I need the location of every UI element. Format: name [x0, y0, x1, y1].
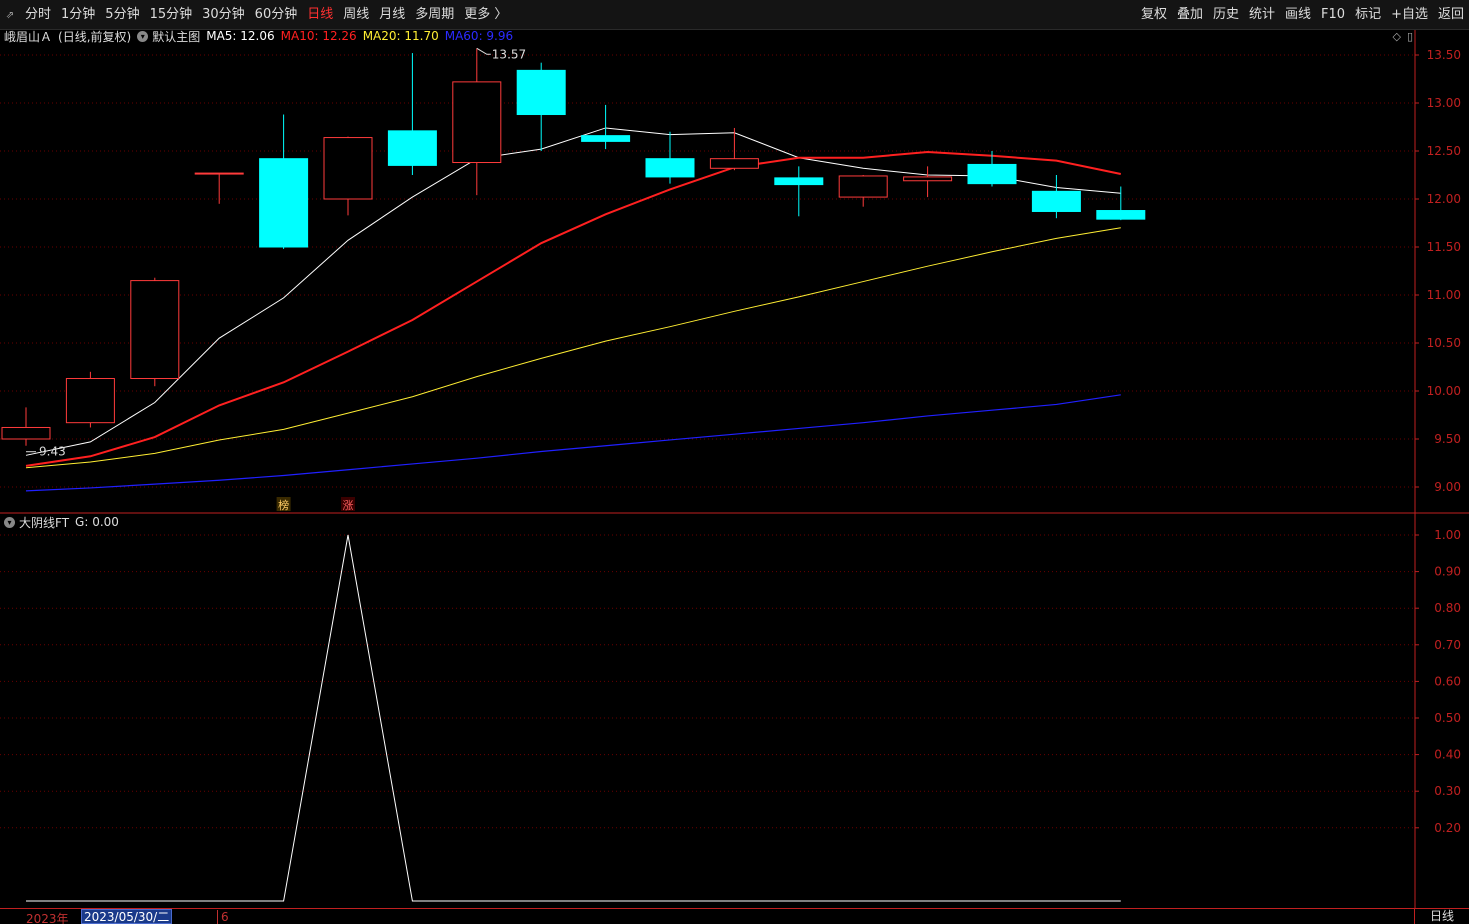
- ma60-label: MA60: 9.96: [444, 29, 514, 43]
- toolbar-button-8[interactable]: 返回: [1433, 0, 1469, 30]
- toolbar-button-2[interactable]: 历史: [1208, 0, 1244, 30]
- year-label: 2023年: [26, 912, 69, 924]
- date-cursor-label: 2023/05/30/二: [81, 909, 173, 924]
- ma10-label: MA10: 12.26: [280, 29, 357, 43]
- indicator-tick-label: 1.00: [1434, 528, 1461, 542]
- stock-name[interactable]: 峨眉山Ａ: [4, 28, 52, 45]
- candle-body-down: [1096, 210, 1146, 220]
- indicator-title[interactable]: 大阴线FT: [19, 514, 69, 531]
- high-price-pointer: [476, 47, 491, 55]
- toolbar-button-6[interactable]: 标记: [1350, 0, 1386, 30]
- candle-body-down: [259, 158, 309, 248]
- price-tick-label: 13.50: [1427, 48, 1461, 62]
- period-tab-8[interactable]: 月线: [374, 0, 410, 30]
- indicator-tick-label: 0.80: [1434, 601, 1461, 615]
- candle-body-down: [967, 163, 1017, 185]
- ma-line-ma5: [25, 127, 1121, 456]
- period-tab-0[interactable]: 分时: [20, 0, 56, 30]
- price-tick-label: 10.50: [1427, 336, 1461, 350]
- period-tabs: ⇗ 分时 1分钟 5分钟 15分钟 30分钟 60分钟 日线 周线 月线 多周期 更多 〉: [0, 0, 512, 30]
- price-tick-label: 11.00: [1427, 288, 1461, 302]
- period-toolbar: ⇗ 分时 1分钟 5分钟 15分钟 30分钟 60分钟 日线 周线 月线 多周期 更多 〉 复权 叠加…: [0, 0, 1469, 30]
- candle-body-up: [1, 426, 51, 440]
- price-tick-label: 12.00: [1427, 192, 1461, 206]
- indicator-tick-label: 0.70: [1434, 638, 1461, 652]
- ma-line-ma60: [25, 394, 1121, 492]
- chart-mode: (日线,前复权): [58, 29, 132, 44]
- indicator-value: G: 0.00: [75, 515, 119, 529]
- period-tab-4[interactable]: 30分钟: [197, 0, 250, 30]
- toolbar-actions: 复权 叠加 历史 统计 画线 F10 标记 +自选 返回: [1136, 0, 1469, 30]
- ma20-label: MA20: 11.70: [362, 29, 439, 43]
- price-tick-label: 9.50: [1434, 432, 1461, 446]
- toolbar-button-7[interactable]: +自选: [1386, 0, 1433, 30]
- period-tab-3[interactable]: 15分钟: [145, 0, 198, 30]
- indicator-tick-label: 0.30: [1434, 784, 1461, 798]
- candle-body-up: [194, 172, 244, 175]
- period-tab-7[interactable]: 周线: [338, 0, 374, 30]
- toolbar-button-0[interactable]: 复权: [1136, 0, 1172, 30]
- candle-body-up: [65, 378, 115, 424]
- price-tick-label: 9.00: [1434, 480, 1461, 494]
- month-label: 6: [217, 910, 229, 924]
- toolbar-button-5[interactable]: F10: [1316, 0, 1350, 30]
- indicator-tick-label: 0.50: [1434, 711, 1461, 725]
- candle-body-up: [709, 158, 759, 169]
- candle-body-down: [387, 130, 437, 166]
- candle-body-up: [323, 137, 373, 200]
- high-price-label: 13.57: [492, 47, 526, 61]
- period-tab-6[interactable]: 日线: [302, 0, 338, 30]
- period-tab-5[interactable]: 60分钟: [250, 0, 303, 30]
- period-tab-9[interactable]: 多周期: [410, 0, 459, 30]
- date-axis-bar: 2023年 2023/05/30/二 6 日线: [0, 908, 1469, 924]
- candle-body-up: [130, 280, 180, 380]
- indicator-tick-label: 0.90: [1434, 565, 1461, 579]
- indicator-tick-label: 0.60: [1434, 674, 1461, 688]
- diamond-icon[interactable]: ◇: [1392, 30, 1400, 43]
- candle-body-up: [838, 175, 888, 198]
- candle-body-down: [645, 158, 695, 178]
- candle-body-up: [903, 176, 953, 182]
- toolbar-toggle-icon[interactable]: ⇗: [0, 0, 20, 30]
- template-dropdown-icon[interactable]: ▾: [137, 30, 149, 42]
- period-tab-2[interactable]: 5分钟: [100, 0, 144, 30]
- template-name[interactable]: 默认主图: [152, 28, 200, 45]
- indicator-legend: ▾ 大阴线FT G: 0.00: [0, 514, 125, 530]
- candlesticks: [1, 48, 1146, 446]
- candle-body-down: [581, 135, 631, 142]
- annotations: 13.57 9.43 榜 涨: [26, 47, 526, 512]
- price-tick-label: 13.00: [1427, 96, 1461, 110]
- toolbar-button-4[interactable]: 画线: [1280, 0, 1316, 30]
- toolbar-button-3[interactable]: 统计: [1244, 0, 1280, 30]
- window-icon[interactable]: ▯: [1407, 30, 1413, 43]
- moving-average-lines: [25, 127, 1122, 492]
- price-tick-label: 12.50: [1427, 144, 1461, 158]
- toolbar-button-1[interactable]: 叠加: [1172, 0, 1208, 30]
- panel-icons: ◇ ▯: [1392, 30, 1413, 43]
- indicator-tick-label: 0.40: [1434, 748, 1461, 762]
- ma5-label: MA5: 12.06: [206, 29, 275, 43]
- indicator-dropdown-icon[interactable]: ▾: [4, 516, 15, 528]
- candle-body-down: [774, 177, 824, 186]
- period-tag[interactable]: 日线: [1414, 909, 1469, 924]
- candle-body-down: [516, 69, 566, 116]
- marker-zhang: 涨: [343, 499, 354, 512]
- period-tab-10[interactable]: 更多 〉: [459, 0, 512, 30]
- period-tab-1[interactable]: 1分钟: [56, 0, 100, 30]
- indicator-tick-label: 0.20: [1434, 821, 1461, 835]
- candle-body-up: [452, 81, 502, 164]
- candle-body-down: [1031, 190, 1081, 212]
- price-tick-label: 11.50: [1427, 240, 1461, 254]
- marker-bang: 榜: [278, 498, 289, 512]
- price-tick-label: 10.00: [1427, 384, 1461, 398]
- low-price-label: 9.43: [39, 445, 66, 459]
- stock-chart[interactable]: 13.50 13.00 12.50 12.00 11.50 11.00 10.50 10.00…: [0, 30, 1469, 908]
- main-chart-legend: 峨眉山Ａ (日线,前复权) ▾ 默认主图 MA5: 12.06 MA10: 12…: [0, 28, 519, 44]
- ma-line-ma20: [25, 227, 1121, 469]
